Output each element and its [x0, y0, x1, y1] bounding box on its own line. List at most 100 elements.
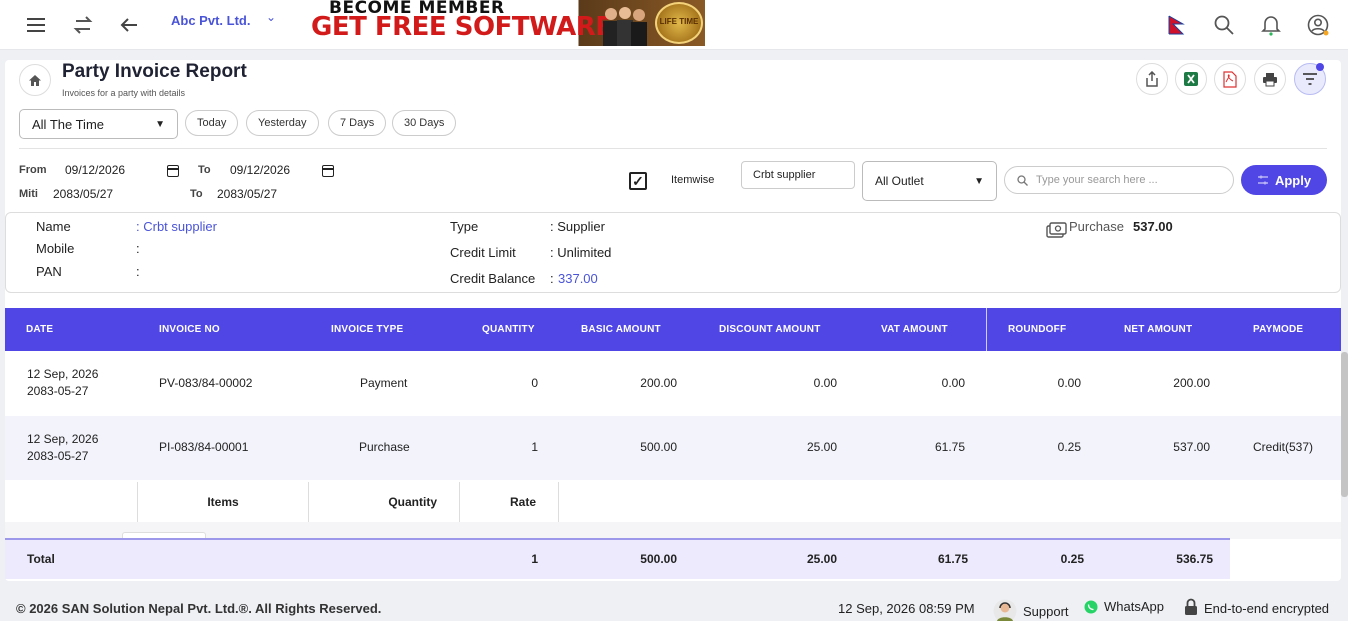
search-input[interactable]: Type your search here ... — [1004, 166, 1234, 194]
swap-icon[interactable] — [68, 10, 98, 40]
row-miti: 2083-05-27 — [27, 449, 89, 463]
share-button[interactable] — [1136, 63, 1168, 95]
items-col-items: Items — [137, 482, 308, 522]
home-button[interactable] — [19, 64, 51, 96]
apply-button[interactable]: Apply — [1241, 165, 1327, 195]
table-row[interactable]: 12 Sep, 2026 2083-05-27 PI-083/84-00001 … — [5, 416, 1341, 480]
col-date[interactable]: DATE — [26, 324, 53, 335]
table-row[interactable]: 12 Sep, 2026 2083-05-27 PV-083/84-00002 … — [5, 352, 1341, 416]
miti-to-label: To — [190, 188, 203, 200]
search-icon[interactable] — [1209, 10, 1239, 40]
credit-limit-value: : Unlimited — [550, 245, 612, 260]
calendar-icon[interactable] — [167, 165, 179, 177]
apply-label: Apply — [1274, 172, 1312, 188]
encryption-note: End-to-end encrypted — [1184, 597, 1329, 616]
purchase-label: Purchase — [1069, 219, 1124, 234]
col-discount-amount[interactable]: DISCOUNT AMOUNT — [719, 324, 821, 335]
row-net-amount: 537.00 — [1173, 440, 1210, 454]
range-yesterday[interactable]: Yesterday — [246, 110, 319, 136]
row-net-amount: 200.00 — [1173, 376, 1210, 390]
col-invoice-no[interactable]: INVOICE NO — [159, 324, 220, 335]
total-roundoff: 0.25 — [1060, 552, 1084, 566]
bell-icon[interactable] — [1256, 10, 1286, 40]
miti-label: Miti — [19, 188, 38, 200]
home-icon — [29, 74, 41, 86]
type-label: Type — [450, 219, 479, 234]
total-quantity: 1 — [531, 552, 538, 566]
row-invoice-type: Payment — [360, 376, 408, 390]
support-label: Support — [1023, 603, 1069, 619]
credit-balance-value: 337.00 — [558, 271, 598, 286]
top-bar: Abc Pvt. Ltd. ⌄ BECOME MEMBER GET FREE S… — [0, 0, 1348, 50]
filter-button[interactable] — [1294, 63, 1326, 95]
itemwise-label: Itemwise — [671, 174, 715, 186]
row-quantity: 1 — [531, 440, 538, 454]
purchase-value: 537.00 — [1133, 219, 1173, 234]
page-subtitle: Invoices for a party with details — [62, 88, 186, 98]
col-basic-amount[interactable]: BASIC AMOUNT — [581, 324, 661, 335]
row-miti: 2083-05-27 — [27, 384, 89, 398]
calendar-icon[interactable] — [322, 165, 334, 177]
total-label: Total — [27, 552, 55, 566]
range-30-days[interactable]: 30 Days — [392, 110, 457, 136]
whatsapp-link[interactable]: WhatsApp — [1084, 599, 1164, 614]
chevron-down-icon: ▼ — [974, 175, 984, 187]
row-quantity: 0 — [531, 376, 538, 390]
seal-text: LIFE TIME — [659, 17, 699, 26]
sliders-icon — [1257, 175, 1268, 185]
to-label: To — [198, 164, 211, 176]
itemwise-checkbox[interactable]: ✓ — [629, 172, 647, 190]
outlet-select[interactable]: All Outlet ▼ — [862, 161, 997, 201]
footer-datetime: 12 Sep, 2026 08:59 PM — [838, 601, 975, 616]
row-invoice-no[interactable]: PI-083/84-00001 — [159, 439, 248, 456]
excel-button[interactable] — [1175, 63, 1207, 95]
party-input[interactable]: Crbt supplier — [741, 161, 855, 189]
col-roundoff[interactable]: ROUNDOFF — [1008, 324, 1066, 335]
lock-icon — [1185, 598, 1197, 615]
col-quantity[interactable]: QUANTITY — [482, 324, 535, 335]
banner-subtitle: GET FREE SOFTWARE — [311, 12, 613, 42]
row-discount-amount: 25.00 — [806, 440, 837, 454]
promo-banner[interactable]: BECOME MEMBER GET FREE SOFTWARE LIFE TIM… — [309, 0, 705, 46]
period-select[interactable]: All The Time ▼ — [19, 109, 178, 139]
pdf-button[interactable] — [1214, 63, 1246, 95]
table-scrollbar[interactable] — [1341, 352, 1348, 497]
search-icon — [1017, 174, 1028, 186]
page-title: Party Invoice Report — [62, 61, 247, 82]
col-vat-amount[interactable]: VAT AMOUNT — [881, 324, 948, 335]
back-arrow-icon[interactable] — [114, 10, 144, 40]
period-select-value: All The Time — [32, 116, 105, 132]
from-date-input[interactable]: 09/12/2026 — [65, 163, 125, 177]
total-vat-amount: 61.75 — [937, 552, 968, 566]
range-today[interactable]: Today — [185, 110, 239, 136]
row-basic-amount: 200.00 — [640, 376, 677, 390]
company-name[interactable]: Abc Pvt. Ltd. — [171, 13, 250, 28]
to-date-input[interactable]: 09/12/2026 — [230, 163, 290, 177]
footer: © 2026 SAN Solution Nepal Pvt. Ltd.®. Al… — [0, 595, 1348, 621]
row-invoice-no[interactable]: PV-083/84-00002 — [159, 375, 252, 392]
col-net-amount[interactable]: NET AMOUNT — [1124, 324, 1192, 335]
print-button[interactable] — [1254, 63, 1286, 95]
range-7-days[interactable]: 7 Days — [328, 110, 387, 136]
column-divider — [986, 308, 987, 351]
credit-limit-label: Credit Limit — [450, 245, 516, 260]
menu-icon[interactable] — [21, 10, 51, 40]
row-roundoff: 0.00 — [1057, 376, 1081, 390]
credit-balance-colon: : — [550, 271, 554, 286]
support-link[interactable]: Support — [993, 599, 1069, 621]
items-col-rate: Rate — [459, 482, 559, 522]
nepal-flag-icon[interactable] — [1162, 10, 1192, 40]
total-basic-amount: 500.00 — [640, 552, 677, 566]
excel-icon — [1184, 72, 1198, 86]
user-icon[interactable] — [1303, 10, 1333, 40]
type-value: : Supplier — [550, 219, 605, 234]
chevron-down-icon[interactable]: ⌄ — [266, 10, 276, 24]
row-paymode: Credit(537) — [1253, 440, 1314, 454]
name-value[interactable]: : Crbt supplier — [136, 219, 217, 234]
total-row: Total 1 500.00 25.00 61.75 0.25 536.75 — [5, 538, 1230, 579]
lifetime-seal: LIFE TIME — [655, 2, 703, 44]
col-paymode[interactable]: PAYMODE — [1253, 324, 1303, 335]
total-net-amount: 536.75 — [1176, 552, 1213, 566]
row-invoice-type: Purchase — [359, 440, 410, 454]
col-invoice-type[interactable]: INVOICE TYPE — [331, 324, 403, 335]
